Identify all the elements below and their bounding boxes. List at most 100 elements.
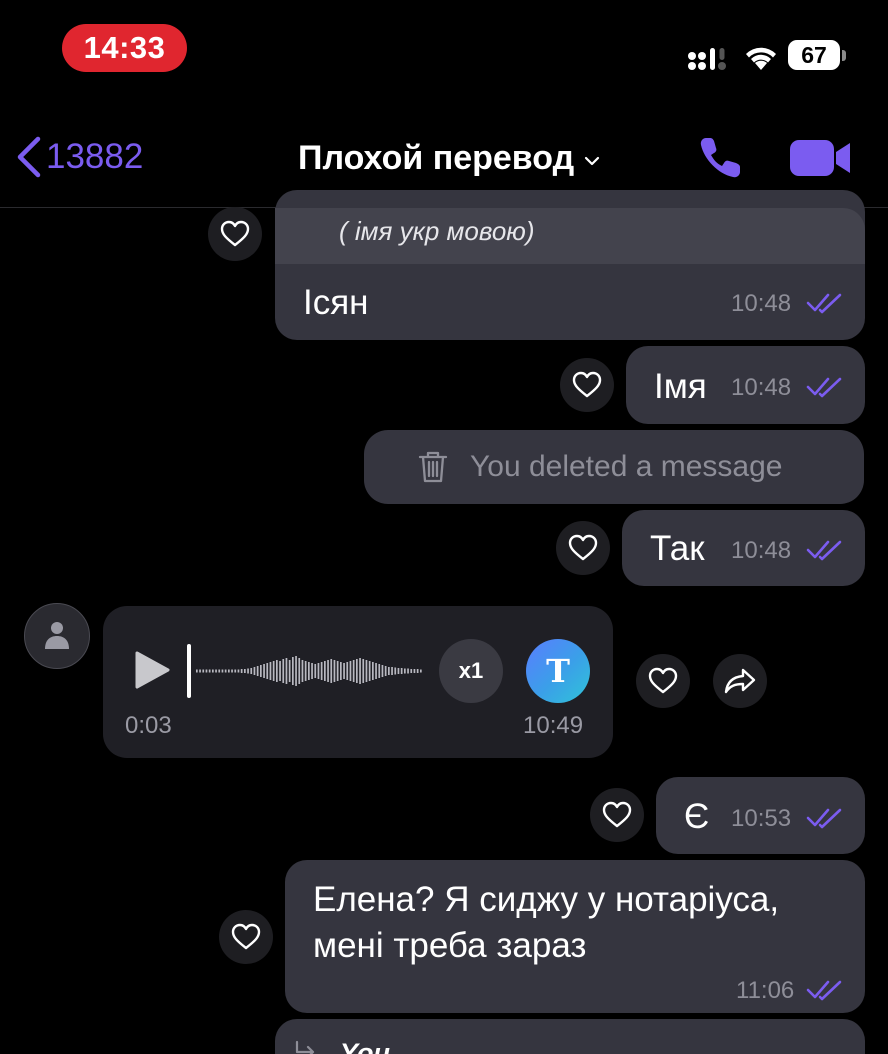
waveform-bar (208, 669, 211, 673)
message-time: 10:48 (731, 290, 792, 317)
waveform-bar (288, 660, 291, 682)
waveform-bar (250, 668, 253, 674)
waveform-bar (378, 664, 381, 678)
waveform-bar (196, 669, 198, 673)
chat-title-button[interactable]: Плохой перевод (298, 136, 600, 180)
waveform-bar (311, 663, 313, 679)
waveform-bar (298, 658, 301, 684)
waveform-bar (388, 667, 390, 675)
reply-quote[interactable]: ( імя укр мовою) (275, 208, 865, 264)
waveform-bar (244, 669, 246, 673)
like-button[interactable] (556, 521, 610, 575)
unread-count: 13882 (46, 137, 144, 176)
waveform-bar (340, 662, 342, 680)
message-text: Ісян (303, 283, 369, 322)
waveform-bar (343, 663, 345, 679)
message-text: Імя (654, 367, 707, 406)
message-time: 11:06 (736, 977, 795, 1004)
reply-author: You (340, 1038, 390, 1054)
message-text-line: Елена? Я сиджу у нотаріуса, (313, 880, 780, 919)
waveform-bar (346, 662, 349, 680)
voice-duration: 0:03 (125, 712, 172, 739)
like-button[interactable] (219, 910, 273, 964)
waveform-bar (416, 669, 419, 673)
waveform-bar (413, 669, 416, 673)
waveform-bar (314, 664, 317, 678)
waveform-bar (256, 666, 259, 676)
voice-waveform[interactable] (185, 642, 425, 700)
back-button[interactable]: 13882 (14, 134, 143, 180)
like-button[interactable] (590, 788, 644, 842)
heart-icon (231, 923, 261, 950)
like-button[interactable] (560, 358, 614, 412)
waveform-bar (407, 668, 409, 674)
waveform-bar (333, 660, 336, 682)
waveform-bar (336, 661, 339, 681)
waveform-bar (391, 667, 393, 675)
share-button[interactable] (713, 654, 767, 708)
signal-icon (688, 48, 726, 70)
double-check-icon (806, 980, 842, 1001)
waveform-bar (349, 661, 352, 681)
wifi-icon (746, 47, 776, 70)
waveform-bar (279, 661, 281, 681)
play-icon[interactable] (133, 650, 171, 690)
waveform-bar (295, 656, 297, 686)
quote-text: ( імя укр мовою) (339, 216, 535, 246)
waveform-bar (269, 662, 272, 680)
back-chevron-icon (17, 136, 41, 178)
waveform-bar (234, 669, 237, 673)
battery-icon: 67 (788, 40, 848, 72)
waveform-bar (212, 669, 214, 673)
double-check-icon (806, 808, 842, 829)
waveform-bar (320, 662, 323, 680)
trash-icon (418, 451, 448, 483)
waveform-bar (404, 668, 406, 674)
waveform-bar (292, 657, 294, 685)
waveform-bar (362, 659, 365, 683)
waveform-bar (285, 658, 288, 684)
video-camera-icon[interactable] (790, 138, 852, 178)
like-button[interactable] (208, 207, 262, 261)
transcribe-button[interactable]: T (526, 639, 590, 703)
heart-icon (572, 371, 602, 398)
status-time: 14:33 (62, 24, 187, 72)
double-check-icon (806, 293, 842, 314)
waveform-bar (247, 668, 249, 674)
double-check-icon (806, 377, 842, 398)
phone-icon[interactable] (696, 134, 744, 182)
waveform-bar (202, 669, 205, 673)
heart-icon (648, 667, 678, 694)
waveform-bar (260, 665, 262, 677)
voice-message[interactable]: x1 T 0:03 10:49 (103, 606, 613, 758)
waveform-bar (397, 668, 400, 674)
user-avatar[interactable] (24, 603, 90, 669)
waveform-bar (304, 661, 307, 681)
waveform-playhead (187, 644, 191, 698)
message-time: 10:48 (731, 374, 792, 401)
playback-speed-button[interactable]: x1 (439, 639, 503, 703)
like-button[interactable] (636, 654, 690, 708)
waveform-bar (356, 659, 358, 683)
waveform-bar (359, 658, 361, 684)
chevron-down-icon (585, 156, 600, 166)
waveform-bar (308, 662, 310, 680)
message-time: 10:48 (731, 537, 792, 564)
waveform-bar (240, 669, 243, 673)
reply-arrow-icon (295, 1040, 315, 1054)
share-icon (724, 668, 756, 694)
waveform-bar (352, 660, 355, 682)
double-check-icon (806, 540, 842, 561)
waveform-bar (394, 667, 397, 675)
waveform-bar (276, 660, 278, 682)
waveform-bar (228, 669, 230, 673)
waveform-bar (282, 659, 285, 683)
waveform-bar (231, 669, 233, 673)
waveform-bar (324, 661, 326, 681)
waveform-bar (330, 659, 333, 683)
deleted-message[interactable]: You deleted a message (364, 430, 864, 504)
waveform-bar (372, 662, 374, 680)
waveform-bar (381, 665, 384, 677)
waveform-bar (272, 661, 275, 681)
waveform-bar (199, 669, 201, 673)
